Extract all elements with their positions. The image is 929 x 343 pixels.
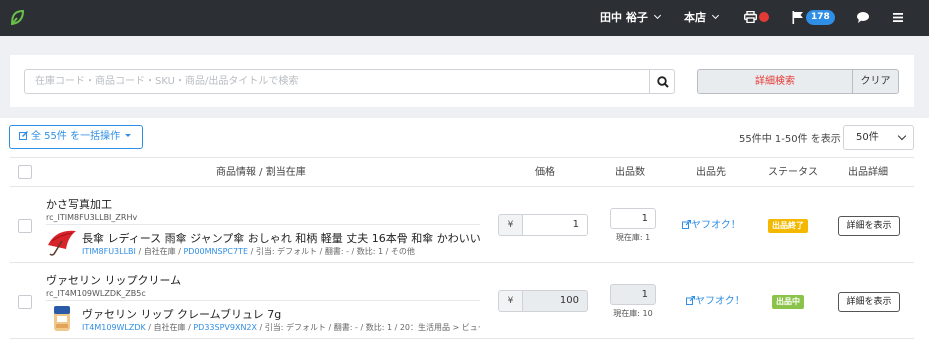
column-header-price: 価格 bbox=[535, 167, 555, 178]
status-badge: 出品終了 bbox=[768, 219, 808, 233]
destination-link[interactable]: ヤフオク！ bbox=[682, 216, 741, 231]
column-header-detail: 出品詳細 bbox=[848, 167, 888, 178]
hamburger-menu-icon[interactable] bbox=[893, 13, 903, 22]
status-badge: 出品中 bbox=[772, 295, 804, 309]
search-panel: 詳細検索 クリア bbox=[10, 55, 914, 107]
quantity-input[interactable]: 1 bbox=[610, 208, 656, 229]
destination-link[interactable]: ヤフオク！ bbox=[686, 292, 745, 307]
listing-title[interactable]: 長傘 レディース 雨傘 ジャンプ傘 おしゃれ 和柄 軽量 丈夫 16本骨 和傘 … bbox=[82, 230, 480, 246]
destination-label: ヤフオク！ bbox=[695, 296, 745, 307]
listing-meta: IT4M109WLZDK / 自社在庫 / PD33SPV9XN2X / 引当:… bbox=[82, 322, 480, 333]
currency-addon: ¥ bbox=[498, 214, 523, 236]
stock-code-link[interactable]: ITIM8FU3LLBI bbox=[82, 247, 136, 256]
lip-balm-thumbnail bbox=[54, 306, 70, 331]
product-name: かさ写真加工 bbox=[46, 198, 112, 211]
meta-text: / 自社在庫 / bbox=[145, 323, 194, 332]
printer-icon[interactable] bbox=[744, 11, 757, 23]
search-icon bbox=[657, 76, 669, 88]
meta-text: / 引当: デフォルト / 翻書: - / 数比: 1 / 20：生活用品 > … bbox=[259, 323, 480, 332]
column-header-destination: 出品先 bbox=[696, 167, 726, 178]
advanced-search-button[interactable]: 詳細検索 bbox=[697, 69, 853, 94]
store-name: 本店 bbox=[684, 11, 706, 24]
product-name: ヴァセリン リップクリーム bbox=[46, 274, 182, 287]
per-page-value: 50件 bbox=[856, 132, 879, 143]
currency-addon: ¥ bbox=[498, 290, 523, 312]
chevron-down-icon bbox=[711, 11, 720, 20]
edit-icon bbox=[19, 131, 28, 140]
leaf-logo-icon[interactable] bbox=[9, 9, 25, 26]
result-range-text: 55件中 1-50件 を表示 bbox=[739, 134, 841, 145]
top-navigation-bar: 田中 裕子 本店 178 bbox=[0, 0, 929, 36]
notification-badge[interactable]: 178 bbox=[806, 10, 835, 25]
listing-title[interactable]: ヴァセリン リップ クレームブリュレ 7g bbox=[82, 306, 480, 322]
meta-text: / 自社在庫 / bbox=[135, 247, 184, 256]
listing-panel: 全 55件 を一括操作 55件中 1-50件 を表示 50件 商品情報 / 割当… bbox=[0, 118, 929, 343]
store-menu[interactable]: 本店 bbox=[684, 0, 720, 36]
external-link-icon bbox=[686, 295, 696, 305]
search-input[interactable] bbox=[24, 69, 650, 94]
bulk-action-button[interactable]: 全 55件 を一括操作 bbox=[9, 125, 143, 149]
quantity-input[interactable]: 1 bbox=[610, 284, 656, 305]
product-sku: rc_IT4M109WLZDK_ZB5c bbox=[46, 289, 146, 298]
external-link-icon bbox=[682, 219, 692, 229]
bulk-action-label: 全 55件 を一括操作 bbox=[31, 131, 121, 142]
row-checkbox[interactable] bbox=[18, 295, 32, 309]
table-row: かさ写真加工 rc_ITIM8FU3LLBI_ZRHv 長傘 レディース 雨傘 … bbox=[10, 187, 914, 263]
per-page-select[interactable]: 50件 bbox=[843, 125, 914, 150]
product-sku: rc_ITIM8FU3LLBI_ZRHv bbox=[46, 213, 138, 222]
chat-bubble-icon[interactable] bbox=[857, 12, 869, 23]
stock-code-link[interactable]: IT4M109WLZDK bbox=[82, 323, 146, 332]
listing-meta: ITIM8FU3LLBI / 自社在庫 / PD00MNSPC7TE / 引当:… bbox=[82, 246, 480, 257]
divider bbox=[46, 300, 480, 301]
price-input[interactable]: 100 bbox=[522, 290, 588, 312]
flag-icon[interactable] bbox=[792, 11, 804, 24]
row-checkbox[interactable] bbox=[18, 219, 32, 233]
select-all-checkbox[interactable] bbox=[18, 165, 32, 179]
user-menu[interactable]: 田中 裕子 bbox=[600, 0, 661, 36]
user-name: 田中 裕子 bbox=[600, 11, 648, 24]
column-header-product: 商品情報 / 割当在庫 bbox=[216, 167, 306, 178]
chevron-down-icon bbox=[653, 11, 661, 20]
view-detail-button[interactable]: 詳細を表示 bbox=[838, 292, 900, 312]
view-detail-button[interactable]: 詳細を表示 bbox=[838, 216, 900, 236]
clear-button[interactable]: クリア bbox=[852, 69, 899, 94]
column-header-quantity: 出品数 bbox=[615, 167, 645, 178]
meta-text: / 引当: デフォルト / 翻書: - / 数比: 1 / その他 bbox=[248, 247, 415, 256]
current-stock: 現在庫: 10 bbox=[613, 309, 653, 318]
destination-label: ヤフオク！ bbox=[691, 220, 741, 231]
chevron-down-icon bbox=[897, 131, 907, 141]
table-row: ヴァセリン リップクリーム rc_IT4M109WLZDK_ZB5c ヴァセリン… bbox=[10, 263, 914, 339]
product-code-link[interactable]: PD33SPV9XN2X bbox=[193, 323, 257, 332]
price-input[interactable]: 1 bbox=[522, 214, 588, 236]
current-stock: 現在庫: 1 bbox=[615, 233, 651, 242]
search-button[interactable] bbox=[649, 69, 675, 94]
column-header-status: ステータス bbox=[768, 167, 818, 178]
umbrella-thumbnail bbox=[48, 230, 76, 256]
print-alert-dot bbox=[759, 12, 769, 22]
divider bbox=[46, 224, 480, 225]
table-header: 商品情報 / 割当在庫 価格 出品数 出品先 ステータス 出品詳細 bbox=[10, 157, 914, 187]
product-code-link[interactable]: PD00MNSPC7TE bbox=[183, 247, 248, 256]
caret-down-icon bbox=[125, 134, 132, 137]
